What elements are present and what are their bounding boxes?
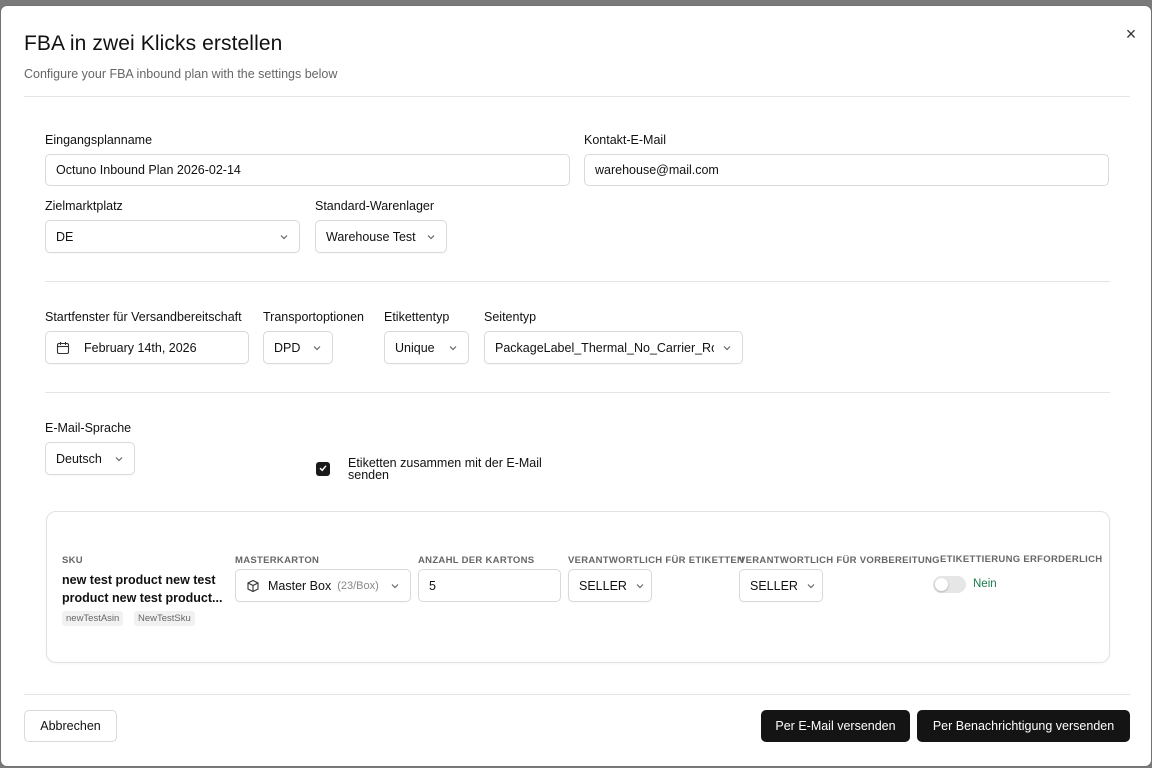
chevron-down-icon <box>312 343 322 353</box>
prep-owner-value: SELLER <box>750 578 798 593</box>
chevron-down-icon <box>279 232 289 242</box>
col-labeling-required: ETIKETTIERUNG ERFORDERLICH <box>940 554 1103 565</box>
email-language-value: Deutsch <box>56 451 102 466</box>
chevron-down-icon <box>390 581 400 591</box>
email-language-select[interactable]: Deutsch <box>45 442 135 475</box>
calendar-icon <box>56 341 70 355</box>
send-labels-label: Etiketten zusammen mit der E-Mail senden <box>348 456 542 482</box>
divider <box>45 392 1110 393</box>
dialog-title: FBA in zwei Klicks erstellen <box>24 32 283 55</box>
chevron-down-icon <box>635 581 645 591</box>
plan-name-label: Eingangsplanname <box>45 133 153 147</box>
toggle-knob <box>935 578 948 591</box>
sku-name: new test product new test product new te… <box>62 573 223 605</box>
warehouse-label: Standard-Warenlager <box>315 199 435 213</box>
chevron-down-icon <box>114 454 124 464</box>
col-sku: SKU <box>62 555 83 566</box>
carton-count-input[interactable]: 5 <box>418 569 561 602</box>
label-owner-select[interactable]: SELLER <box>568 569 652 602</box>
divider <box>45 281 1110 282</box>
dialog-subtitle: Configure your FBA inbound plan with the… <box>24 67 338 81</box>
marketplace-label: Zielmarktplatz <box>45 199 123 213</box>
send-notification-button[interactable]: Per Benachrichtigung versenden <box>917 710 1130 742</box>
divider <box>24 96 1130 97</box>
prep-owner-select[interactable]: SELLER <box>739 569 823 602</box>
col-prep-owner: VERANTWORTLICH FÜR VORBEREITUNG <box>739 555 940 566</box>
sku-card: SKU MASTERKARTON ANZAHL DER KARTONS VERA… <box>46 511 1110 663</box>
master-carton-capacity: (23/Box) <box>337 579 379 592</box>
box-icon <box>246 579 260 593</box>
master-carton-value: Master Box <box>268 578 332 593</box>
label-type-label: Etikettentyp <box>384 310 450 324</box>
transport-label: Transportoptionen <box>263 310 364 324</box>
labeling-required-toggle[interactable] <box>933 576 966 593</box>
marketplace-select[interactable]: DE <box>45 220 300 253</box>
ready-window-datepicker[interactable]: February 14th, 2026 <box>45 331 249 364</box>
divider <box>24 694 1130 695</box>
warehouse-select[interactable]: Warehouse Test <box>315 220 447 253</box>
transport-select[interactable]: DPD <box>263 331 333 364</box>
contact-email-label: Kontakt-E-Mail <box>584 133 666 147</box>
fba-dialog: × FBA in zwei Klicks erstellen Configure… <box>1 6 1151 766</box>
ready-window-value: February 14th, 2026 <box>84 340 197 355</box>
tag-sku: NewTestSku <box>134 611 195 626</box>
col-master-carton: MASTERKARTON <box>235 555 320 566</box>
ready-window-label: Startfenster für Versandbereitschaft <box>45 310 242 324</box>
master-carton-select[interactable]: Master Box (23/Box) <box>235 569 411 602</box>
send-labels-checkbox[interactable] <box>316 462 330 476</box>
contact-email-input[interactable]: warehouse@mail.com <box>584 154 1109 186</box>
chevron-down-icon <box>426 232 436 242</box>
check-icon <box>318 460 328 478</box>
col-carton-count: ANZAHL DER KARTONS <box>418 555 535 566</box>
labeling-required-value: Nein <box>973 578 997 590</box>
tag-asin: newTestAsin <box>62 611 124 626</box>
cancel-button[interactable]: Abbrechen <box>24 710 117 742</box>
plan-name-input[interactable]: Octuno Inbound Plan 2026-02-14 <box>45 154 570 186</box>
label-owner-value: SELLER <box>579 578 627 593</box>
label-type-value: Unique <box>395 340 435 355</box>
chevron-down-icon <box>722 343 732 353</box>
col-label-owner: VERANTWORTLICH FÜR ETIKETTEN <box>568 555 745 566</box>
chevron-down-icon <box>448 343 458 353</box>
label-type-select[interactable]: Unique <box>384 331 469 364</box>
close-icon[interactable]: × <box>1123 25 1139 43</box>
page-type-value: PackageLabel_Thermal_No_Carrier_Rot <box>495 340 714 355</box>
marketplace-value: DE <box>56 229 74 244</box>
chevron-down-icon <box>806 581 816 591</box>
email-language-label: E-Mail-Sprache <box>45 421 132 435</box>
transport-value: DPD <box>274 340 301 355</box>
send-email-button[interactable]: Per E-Mail versenden <box>761 710 910 742</box>
page-type-label: Seitentyp <box>484 310 537 324</box>
warehouse-value: Warehouse Test <box>326 229 416 244</box>
page-type-select[interactable]: PackageLabel_Thermal_No_Carrier_Rot <box>484 331 743 364</box>
